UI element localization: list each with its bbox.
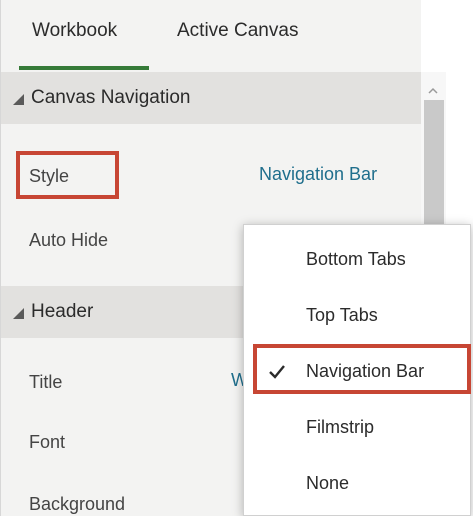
- style-label-highlight: [16, 151, 119, 199]
- section-title-canvas-navigation: Canvas Navigation: [31, 87, 191, 108]
- style-value-link[interactable]: Navigation Bar: [259, 164, 377, 185]
- panel-tabs: Workbook Active Canvas: [1, 0, 421, 72]
- menu-item-label: None: [306, 473, 350, 493]
- section-header-canvas-navigation[interactable]: Canvas Navigation: [1, 72, 421, 124]
- menu-item-bottom-tabs[interactable]: Bottom Tabs: [244, 233, 472, 289]
- navigation-bar-option-highlight: [253, 344, 471, 394]
- menu-item-label: Filmstrip: [306, 417, 374, 437]
- tab-workbook[interactable]: Workbook: [32, 20, 117, 42]
- auto-hide-label: Auto Hide: [29, 230, 109, 250]
- tab-active-canvas[interactable]: Active Canvas: [177, 20, 298, 42]
- triangle-down-icon: [13, 94, 24, 105]
- menu-item-top-tabs[interactable]: Top Tabs: [244, 289, 472, 345]
- chevron-up-icon[interactable]: [428, 86, 438, 96]
- active-tab-indicator: [19, 66, 149, 70]
- triangle-down-icon: [13, 308, 24, 319]
- background-label: Background: [29, 494, 126, 514]
- title-label: Title: [29, 372, 63, 392]
- menu-item-none[interactable]: None: [244, 457, 472, 513]
- menu-item-filmstrip[interactable]: Filmstrip: [244, 401, 472, 457]
- menu-item-label: Top Tabs: [306, 305, 378, 325]
- menu-item-label: Bottom Tabs: [306, 249, 406, 269]
- section-title-header: Header: [31, 301, 94, 322]
- font-label: Font: [29, 432, 66, 452]
